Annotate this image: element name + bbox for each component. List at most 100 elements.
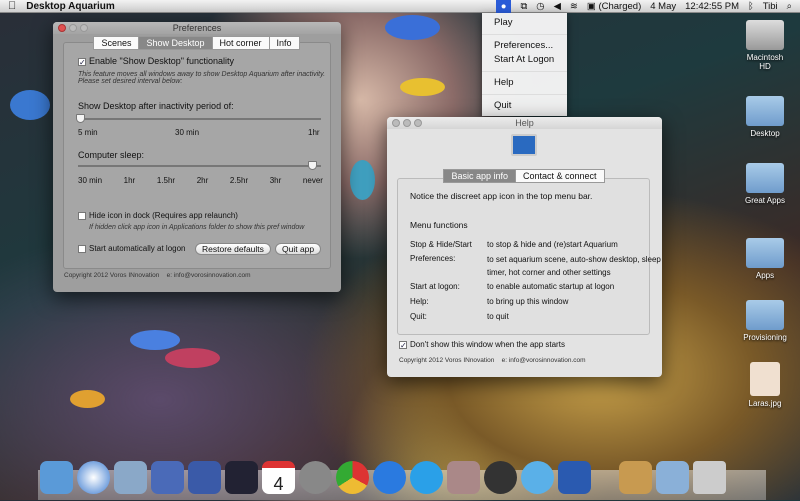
trash-icon[interactable] [693,461,726,494]
desktop-aquarium-icon[interactable] [558,461,591,494]
function-desc: to set aquarium scene, auto-show desktop… [487,255,661,277]
zoom-button[interactable] [80,24,88,32]
applications-stack-icon[interactable] [619,461,652,494]
tick-label: 30 min [78,176,103,185]
app-menu[interactable]: Desktop Aquarium [26,1,115,12]
hard-drive-icon [746,20,784,50]
calendar-icon[interactable]: 4 [262,461,295,494]
separator [482,94,567,95]
user-menu[interactable]: Tibi [763,1,778,12]
title-bar[interactable]: Help [387,117,662,129]
hide-icon-checkbox[interactable]: Hide icon in dock (Requires app relaunch… [78,211,238,220]
volume-icon[interactable]: ◀ [554,1,561,12]
tick-label: never [302,176,323,185]
menu-item-preferences[interactable]: Preferences... [482,39,567,53]
aquarium-menu-icon[interactable]: ● [495,0,512,13]
tab-basic-app-info[interactable]: Basic app info [443,169,516,183]
tab-info[interactable]: Info [268,36,300,50]
finder-icon[interactable] [40,461,73,494]
spotlight-search-icon[interactable]: ⌕ [787,1,792,12]
folder-icon [746,96,784,126]
close-button[interactable] [392,119,400,127]
menu-item-help[interactable]: Help [482,76,567,90]
desktop-icon-laras-jpg[interactable]: Laras.jpg [740,362,790,408]
menu-item-quit[interactable]: Quit [482,99,567,113]
battery-status[interactable]: ▣ (Charged) [587,1,641,12]
tab-scenes[interactable]: Scenes [93,36,140,50]
desktop-icon-macintosh-hd[interactable]: Macintosh HD [740,20,790,71]
menu-item-play[interactable]: Play [482,16,567,30]
time-machine-icon[interactable]: ◷ [536,1,544,12]
xcode-icon[interactable] [151,461,184,494]
app-store-icon[interactable] [373,461,406,494]
function-desc: to enable automatic startup at logon [487,282,615,291]
function-name: Quit: [410,312,427,321]
folder-icon [746,163,784,193]
checkbox-label: Don't show this window when the app star… [410,340,565,349]
fish [70,390,105,408]
ios-simulator-icon[interactable] [225,461,258,494]
tick-label: 2hr [196,176,209,185]
function-desc: to bring up this window [487,297,569,306]
clock[interactable]: 12:42:55 PM [685,1,739,12]
zoom-button[interactable] [414,119,422,127]
enable-show-desktop-checkbox[interactable]: ✓ Enable "Show Desktop" functionality [78,56,234,66]
chrome-icon[interactable] [336,461,369,494]
mail-icon[interactable] [114,461,147,494]
bluetooth-icon[interactable]: ᛒ [748,1,754,12]
checkbox-label: Enable "Show Desktop" functionality [89,56,234,66]
evernote-icon[interactable] [484,461,517,494]
safari-icon[interactable] [77,461,110,494]
airplay-icon[interactable]: ⧉ [520,1,527,12]
close-button[interactable] [58,24,66,32]
email-link[interactable]: e: info@vorosinnovation.com [502,357,586,364]
folder-icon [746,238,784,268]
menu-item-start-at-logon[interactable]: Start At Logon [482,53,567,67]
desktop-icon-great-apps[interactable]: Great Apps [740,163,790,205]
battery-text: (Charged) [598,1,642,12]
minimize-button[interactable] [69,24,77,32]
tab-show-desktop[interactable]: Show Desktop [138,36,213,50]
fish [10,90,50,120]
function-row: Preferences: to set aquarium scene, auto-… [410,254,661,277]
downloads-folder-icon[interactable] [656,461,689,494]
function-row: Quit: to quit [410,312,509,321]
function-name: Start at logon: [410,282,460,291]
quit-app-button[interactable]: Quit app [275,243,322,255]
inactivity-slider-thumb[interactable] [76,114,85,123]
function-row: Stop & Hide/Start to stop & hide and (re)… [410,240,618,249]
messages-icon[interactable] [521,461,554,494]
image-file-icon [750,362,780,396]
sleep-slider-thumb[interactable] [308,161,317,170]
app-icon [511,134,537,156]
sleep-slider[interactable] [78,165,321,167]
fish [400,78,445,96]
developer-tool-icon[interactable] [188,461,221,494]
tab-hot-corner[interactable]: Hot corner [211,36,270,50]
function-desc: to quit [487,312,509,321]
restore-defaults-button[interactable]: Restore defaults [195,243,271,255]
email-link[interactable]: e: info@vorosinnovation.com [167,272,251,279]
minimize-button[interactable] [403,119,411,127]
itunes-icon[interactable] [410,461,443,494]
folder-icon [746,300,784,330]
iphoto-icon[interactable] [447,461,480,494]
wifi-icon[interactable]: ≋ [570,1,578,12]
copyright: Copyright 2012 Voros INnovation [399,357,495,364]
aquarium-dropdown-menu: Play Preferences... Start At Logon Help … [482,13,567,116]
desktop-icon-provisioning[interactable]: Provisioning [740,300,790,342]
tab-contact-connect[interactable]: Contact & connect [515,169,605,183]
feature-note: This feature moves all windows away to s… [78,71,326,85]
launchpad-icon[interactable] [299,461,332,494]
dont-show-checkbox[interactable]: ✓ Don't show this window when the app sta… [399,340,565,349]
desktop-icon-apps[interactable]: Apps [740,238,790,280]
title-bar[interactable]: Preferences [53,22,341,34]
desktop-icon-desktop[interactable]: Desktop [740,96,790,138]
fish [385,15,440,40]
inactivity-slider[interactable] [78,118,321,120]
date[interactable]: 4 May [650,1,676,12]
function-name: Preferences: [410,254,456,263]
function-desc: to stop & hide and (re)start Aquarium [487,240,618,249]
start-automatically-checkbox[interactable]: Start automatically at logon [78,244,186,253]
apple-menu-icon[interactable]:  [8,0,16,12]
